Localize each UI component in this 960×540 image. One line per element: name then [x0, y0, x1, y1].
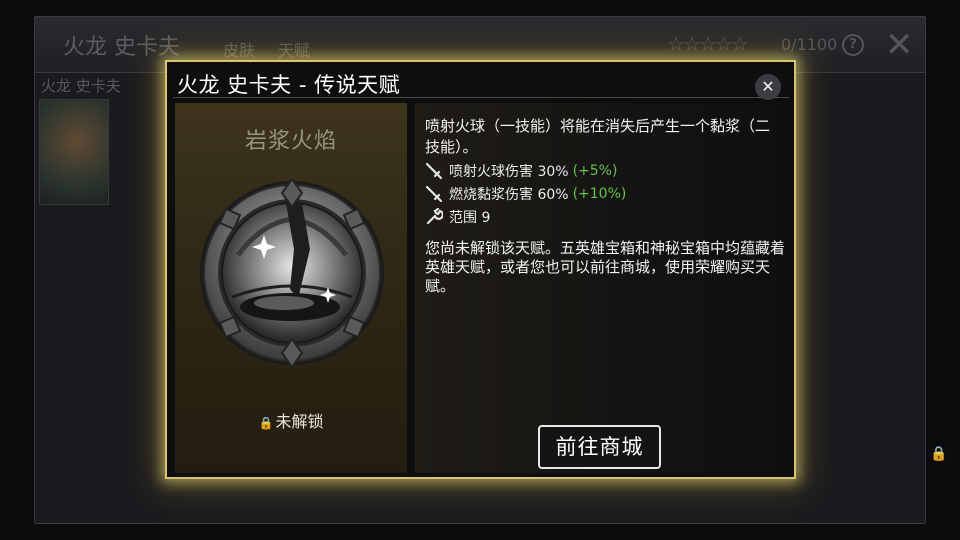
stat-bonus: (+5%): [572, 163, 618, 179]
talent-name: 岩浆火焰: [244, 129, 337, 154]
help-icon[interactable]: ?: [842, 34, 864, 56]
padlock-icon: 🔒: [258, 416, 274, 430]
hero-name-label: 火龙 史卡夫: [41, 77, 121, 95]
sword-icon: [425, 162, 443, 180]
hero-portrait[interactable]: [39, 99, 109, 205]
tab-skins[interactable]: 皮肤: [223, 37, 255, 61]
stat-row: 喷射火球伤害 30% (+5%): [425, 161, 617, 181]
stat-row: 燃烧黏浆伤害 60% (+10%): [425, 184, 626, 204]
stat-label: 喷射火球伤害 30%: [449, 164, 569, 180]
talent-count: 0/1100: [781, 35, 838, 54]
stat-label: 范围 9: [449, 210, 491, 226]
tab-talents[interactable]: 天赋: [278, 37, 310, 61]
unlock-hint-text: 您尚未解锁该天赋。五英雄宝箱和神秘宝箱中均蕴藏着英雄天赋，或者您也可以前往商城，…: [425, 239, 786, 295]
title-divider: [173, 97, 789, 98]
talent-art-panel: 岩浆火焰 🔒 未解锁: [175, 103, 407, 473]
stat-label: 燃烧黏浆伤害 60%: [449, 187, 569, 203]
wrench-icon: [426, 208, 443, 225]
star-rating-icon: ☆☆☆☆☆: [667, 32, 749, 56]
go-to-store-button[interactable]: 前往商城: [538, 425, 661, 469]
lock-status: 🔒 未解锁: [175, 408, 407, 432]
talent-medallion-icon: [200, 179, 384, 367]
lock-icon: 🔒: [930, 446, 948, 462]
background-title: 火龙 史卡夫: [63, 35, 180, 60]
modal-title: 火龙 史卡夫 - 传说天赋: [177, 73, 401, 97]
lock-status-label: 未解锁: [275, 412, 324, 431]
talent-modal: 火龙 史卡夫 - 传说天赋 ✕ 岩浆火焰 🔒 未解锁 喷射火球（一技能）将能在消…: [165, 60, 796, 479]
talent-info-panel: 喷射火球（一技能）将能在消失后产生一个黏浆（二技能）。 喷射火球伤害 30% (…: [415, 103, 793, 473]
stat-row: 范围 9: [425, 207, 490, 227]
sword-icon: [425, 185, 443, 203]
talent-description: 喷射火球（一技能）将能在消失后产生一个黏浆（二技能）。: [425, 117, 771, 156]
stat-bonus: (+10%): [572, 186, 627, 202]
close-icon[interactable]: ✕: [755, 74, 781, 100]
background-close-icon[interactable]: ✕: [885, 25, 914, 65]
